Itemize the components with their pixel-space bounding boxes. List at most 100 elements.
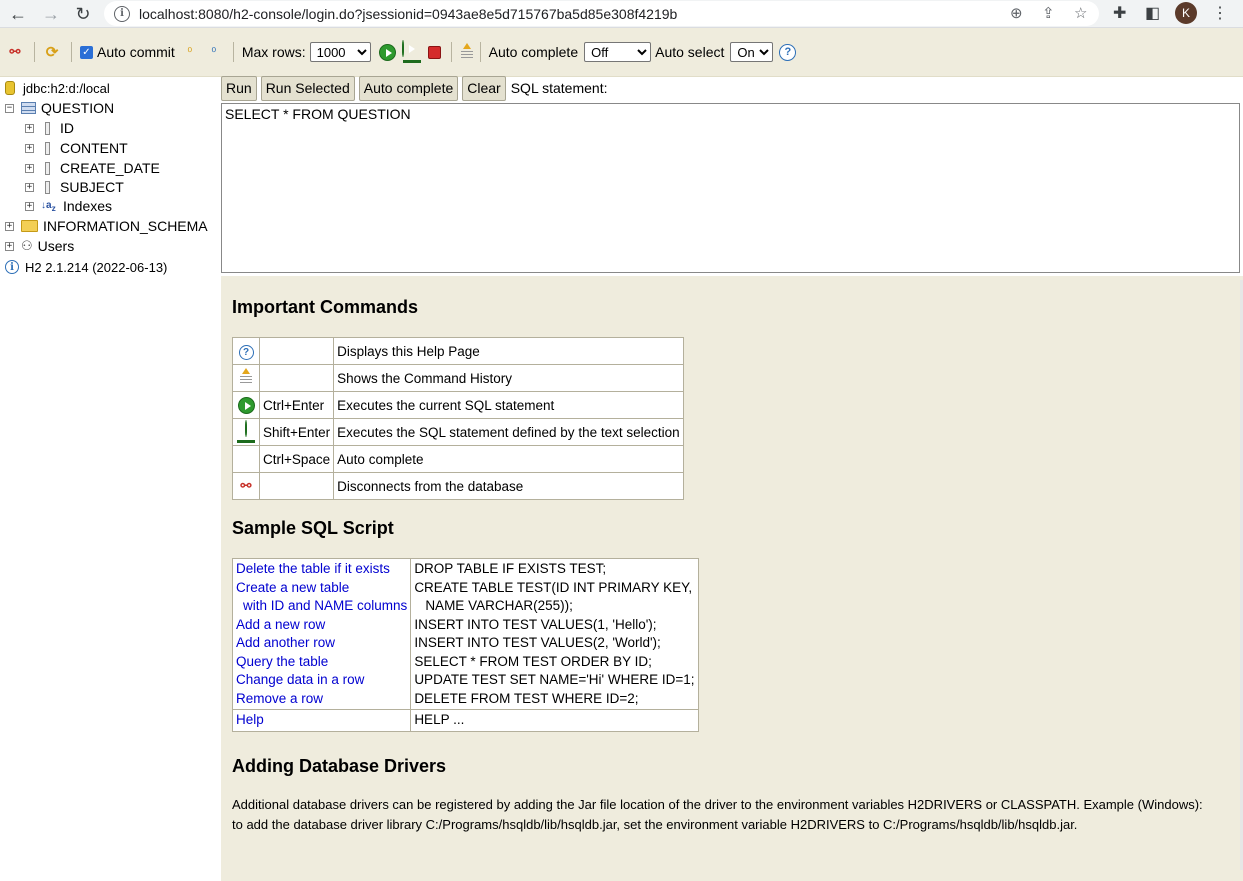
sample-link-add-row[interactable]: Add a new row [236, 616, 407, 635]
checkbox-checked-icon[interactable]: ✓ [80, 45, 93, 59]
table-row: Help HELP ... [231, 709, 699, 732]
url-text: localhost:8080/h2-console/login.do?jsess… [139, 5, 678, 22]
auto-complete-label: Auto complete [488, 44, 579, 60]
extensions-icon[interactable]: ✚ [1113, 3, 1126, 23]
auto-select-label: Auto select [655, 44, 725, 60]
commit-icon[interactable]: ⁰ [181, 43, 199, 61]
expand-icon[interactable]: + [5, 221, 14, 231]
table-row: Delete the table if it exists Create a n… [231, 558, 699, 710]
commands-table: ? Displays this Help Page Shows the Comm… [232, 337, 684, 500]
column-label: SUBJECT [60, 179, 124, 195]
sample-sql-heading: Sample SQL Script [232, 518, 394, 538]
history-icon[interactable] [460, 43, 474, 61]
sample-link-delete[interactable]: Delete the table if it exists [236, 560, 407, 579]
run-button[interactable]: Run [221, 75, 257, 101]
command-key: Ctrl+Space [258, 445, 335, 473]
connection-label: jdbc:h2:d:/local [23, 80, 110, 96]
zoom-icon[interactable]: ⊕ [1010, 4, 1023, 22]
run-selected-button[interactable]: Run Selected [260, 75, 355, 101]
max-rows-select[interactable]: 1000 [309, 42, 371, 62]
side-panel-icon[interactable]: ◧ [1145, 3, 1160, 23]
command-key [258, 337, 335, 365]
column-icon [45, 180, 50, 194]
expand-icon[interactable]: + [25, 182, 34, 192]
tree-information-schema[interactable]: + INFORMATION_SCHEMA [5, 217, 208, 235]
site-info-icon[interactable]: i [114, 5, 130, 22]
auto-complete-select[interactable]: Off [584, 42, 652, 62]
run-icon[interactable] [378, 43, 396, 61]
column-icon [45, 161, 50, 175]
run-icon [237, 396, 255, 414]
sample-link-create-columns[interactable]: with ID and NAME columns [236, 597, 407, 616]
clear-button[interactable]: Clear [462, 75, 506, 101]
stop-icon[interactable] [427, 45, 441, 59]
command-key [258, 472, 335, 500]
expand-icon[interactable]: + [25, 163, 34, 173]
run-selected-icon[interactable] [401, 40, 422, 63]
tree-column-subject[interactable]: + SUBJECT [25, 178, 124, 196]
auto-commit-label: Auto commit [97, 44, 175, 60]
sample-link-remove[interactable]: Remove a row [236, 690, 407, 709]
sample-sql-line: NAME VARCHAR(255)); [425, 598, 573, 613]
disconnect-icon[interactable]: ⚯ [6, 43, 24, 61]
sample-sql-line: CREATE TABLE TEST(ID INT PRIMARY KEY, [414, 579, 693, 595]
rollback-icon[interactable]: ⁰ [205, 43, 223, 61]
expand-icon[interactable]: + [25, 143, 34, 153]
sample-sql-line: DELETE FROM TEST WHERE ID=2; [414, 690, 639, 706]
sample-link-add-another[interactable]: Add another row [236, 634, 407, 653]
help-icon[interactable]: ? [779, 43, 797, 61]
collapse-icon[interactable]: − [5, 103, 14, 113]
h2-toolbar: ⚯ ⟳ ✓ Auto commit ⁰ ⁰ Max rows: 1000 Aut… [0, 28, 1243, 77]
command-key: Shift+Enter [258, 418, 335, 446]
column-icon [45, 121, 50, 135]
command-desc: Executes the current SQL statement [333, 391, 684, 419]
sample-sql-line: HELP ... [410, 709, 699, 732]
command-key: Ctrl+Enter [258, 391, 335, 419]
refresh-icon[interactable]: ⟳ [43, 43, 61, 61]
toolbar-divider [479, 42, 481, 62]
sample-sql-line: DROP TABLE IF EXISTS TEST; [414, 561, 607, 576]
address-bar[interactable]: i localhost:8080/h2-console/login.do?jse… [104, 1, 1099, 26]
browser-chrome: ← → ↻ i localhost:8080/h2-console/login.… [0, 0, 1243, 28]
tree-users[interactable]: + ⚇ Users [5, 237, 74, 255]
bookmark-star-icon[interactable]: ☆ [1074, 4, 1087, 22]
table-row: ? Displays this Help Page [232, 337, 684, 365]
query-button-bar: Run Run Selected Auto complete Clear SQL… [221, 75, 607, 101]
history-icon [239, 367, 253, 386]
back-icon[interactable]: ← [7, 3, 29, 25]
tree-column-create-date[interactable]: + CREATE_DATE [25, 159, 160, 177]
auto-commit-checkbox[interactable]: ✓ Auto commit [80, 44, 175, 60]
info-icon: i [5, 260, 19, 274]
tree-indexes[interactable]: + ↓az Indexes [25, 197, 112, 215]
expand-icon[interactable]: + [25, 201, 34, 211]
sql-editor[interactable]: SELECT * FROM QUESTION [221, 103, 1240, 273]
tree-table-question[interactable]: − QUESTION [5, 99, 114, 117]
column-label: CONTENT [60, 140, 128, 156]
sample-link-help[interactable]: Help [236, 712, 264, 727]
auto-complete-button[interactable]: Auto complete [358, 75, 459, 101]
sample-link-query[interactable]: Query the table [236, 653, 407, 672]
help-panel: Important Commands ? Displays this Help … [221, 276, 1243, 881]
folder-icon [21, 220, 38, 232]
drivers-paragraph: Additional database drivers can be regis… [232, 795, 1232, 835]
tree-column-id[interactable]: + ID [25, 119, 74, 137]
schema-label: INFORMATION_SCHEMA [43, 218, 208, 234]
profile-avatar[interactable]: K [1175, 2, 1197, 24]
tree-column-content[interactable]: + CONTENT [25, 139, 128, 157]
reload-icon[interactable]: ↻ [72, 3, 94, 25]
command-desc: Displays this Help Page [333, 337, 684, 365]
auto-select-select[interactable]: On [730, 42, 774, 62]
toolbar-divider [71, 42, 72, 62]
disconnect-icon: ⚯ [240, 478, 252, 493]
menu-kebab-icon[interactable]: ⋮ [1212, 3, 1228, 23]
sample-link-change[interactable]: Change data in a row [236, 671, 407, 690]
expand-icon[interactable]: + [5, 241, 14, 251]
command-desc: Disconnects from the database [333, 472, 684, 500]
forward-icon[interactable]: → [40, 3, 62, 25]
sample-link-create[interactable]: Create a new table [236, 579, 407, 598]
toolbar-divider [232, 42, 234, 62]
share-icon[interactable]: ⇪ [1042, 4, 1055, 22]
command-desc: Shows the Command History [333, 364, 684, 392]
tree-connection[interactable]: jdbc:h2:d:/local [5, 79, 110, 97]
expand-icon[interactable]: + [25, 123, 34, 133]
